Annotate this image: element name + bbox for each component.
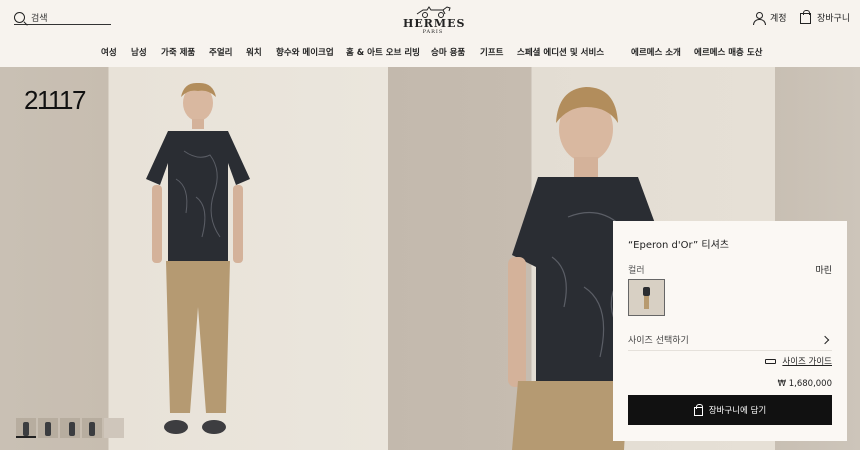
thumbnail-5[interactable]	[104, 418, 124, 438]
search-field[interactable]: 검색	[14, 11, 111, 25]
hermes-logo[interactable]: HERMES PARIS	[403, 4, 466, 35]
logo-wordmark: HERMES	[403, 17, 466, 30]
chevron-right-icon	[820, 335, 830, 344]
nav-item-leather-goods[interactable]: 가죽 제품	[161, 46, 195, 58]
size-guide-link[interactable]: 사이즈 가이드	[765, 355, 832, 367]
site-header: 검색 HERMES PARIS 계정 장바구니 여성 남성 가죽 제품 주얼리 …	[0, 0, 860, 67]
ruler-icon	[765, 358, 777, 364]
nav-item-watches[interactable]: 워치	[246, 46, 262, 58]
nav-item-about[interactable]: 에르메스 소개	[631, 46, 681, 58]
nav-item-special-editions[interactable]: 스페셜 에디션 및 서비스	[517, 46, 604, 58]
nav-item-men[interactable]: 남성	[131, 46, 147, 58]
product-gallery: 21117 “Eperon d'Or” 티셔츠 컬러 마린 사이즈 선택하기 사…	[0, 67, 860, 450]
thumbnail-strip	[16, 418, 124, 438]
shopping-bag-icon	[800, 10, 811, 24]
add-to-cart-button[interactable]: 장바구니에 담기	[628, 395, 832, 425]
cart-label: 장바구니	[817, 14, 851, 24]
nav-item-equestrian[interactable]: 승마 용품	[431, 46, 465, 58]
thumbnail-1[interactable]	[16, 418, 36, 438]
product-price: ₩ 1,680,000	[777, 379, 832, 389]
product-info-card: “Eperon d'Or” 티셔츠 컬러 마린 사이즈 선택하기 사이즈 가이드…	[613, 221, 847, 441]
nav-item-fragrance[interactable]: 향수와 메이크업	[276, 46, 334, 58]
carriage-logo-icon	[416, 6, 451, 18]
product-title: “Eperon d'Or” 티셔츠	[628, 240, 729, 251]
size-select-label: 사이즈 선택하기	[628, 336, 689, 346]
account-label: 계정	[770, 14, 787, 24]
thumbnail-2[interactable]	[38, 418, 58, 438]
size-guide-label: 사이즈 가이드	[782, 357, 832, 367]
gallery-image-full-body[interactable]: 21117	[0, 67, 388, 450]
shopping-bag-icon	[693, 403, 703, 416]
thumbnail-4[interactable]	[82, 418, 102, 438]
nav-item-stores[interactable]: 에르메스 매층 도산	[694, 46, 762, 58]
nav-item-home[interactable]: 홈 & 아트 오브 리빙	[346, 46, 420, 58]
size-selector[interactable]: 사이즈 선택하기	[628, 329, 832, 351]
search-label: 검색	[31, 14, 48, 24]
nav-item-gifts[interactable]: 기프트	[480, 46, 503, 58]
color-swatch-marine[interactable]	[628, 279, 665, 316]
model-full-body-image	[146, 82, 250, 434]
add-to-cart-label: 장바구니에 담기	[708, 406, 767, 416]
nav-item-jewelry[interactable]: 주얼리	[209, 46, 232, 58]
search-icon[interactable]	[14, 12, 25, 23]
thumbnail-3[interactable]	[60, 418, 80, 438]
main-nav: 여성 남성 가죽 제품 주얼리 워치 향수와 메이크업 홈 & 아트 오브 리빙…	[0, 46, 860, 60]
person-icon	[753, 11, 766, 25]
account-link[interactable]: 계정	[753, 11, 787, 25]
cart-link[interactable]: 장바구니	[800, 10, 851, 24]
nav-item-women[interactable]: 여성	[101, 46, 117, 58]
color-value: 마린	[815, 266, 832, 276]
lot-number: 21117	[24, 85, 86, 115]
color-label: 컬러	[628, 266, 645, 276]
